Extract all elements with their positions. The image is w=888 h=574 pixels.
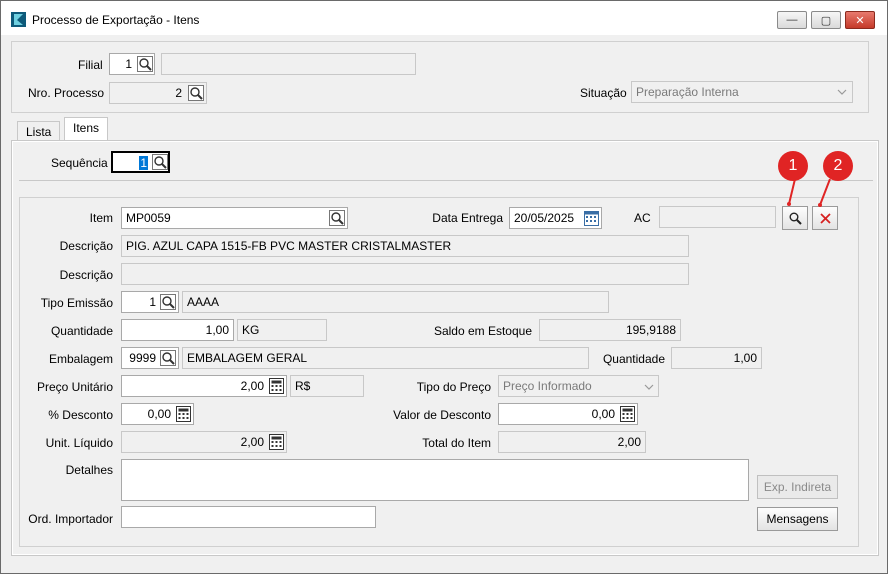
item-label: Item xyxy=(89,211,113,225)
chevron-down-icon xyxy=(644,384,654,390)
quantidade-field[interactable]: 1,00 xyxy=(121,319,234,341)
sequencia-label: Sequência xyxy=(51,156,108,170)
lookup-icon[interactable] xyxy=(152,154,168,170)
close-icon: ✕ xyxy=(855,14,865,27)
annotation-pointer-2 xyxy=(818,179,831,207)
data-entrega-label: Data Entrega xyxy=(432,211,503,225)
saldo-field: 195,9188 xyxy=(539,319,681,341)
desconto-pct-label: % Desconto xyxy=(48,408,113,422)
minimize-icon: — xyxy=(786,14,798,26)
nro-processo-label: Nro. Processo xyxy=(28,86,105,100)
item-field[interactable]: MP0059 xyxy=(121,207,348,229)
tipo-emissao-label: Tipo Emissão xyxy=(40,296,113,310)
maximize-icon: ▢ xyxy=(820,14,832,27)
close-button[interactable]: ✕ xyxy=(845,11,875,29)
divider xyxy=(19,180,873,181)
emb-quantidade-label: Quantidade xyxy=(602,352,665,366)
maximize-button[interactable]: ▢ xyxy=(811,11,841,29)
minimize-button[interactable]: — xyxy=(777,11,807,29)
detalhes-textarea[interactable] xyxy=(121,459,749,501)
search-button[interactable] xyxy=(782,206,808,230)
preco-label: Preço Unitário xyxy=(36,380,113,394)
lookup-icon[interactable] xyxy=(160,294,176,310)
preco-field[interactable]: 2,00 xyxy=(121,375,287,397)
annotation-badge-1: 1 xyxy=(778,151,808,181)
annotation-badge-2: 2 xyxy=(823,151,853,181)
valor-desconto-label: Valor de Desconto xyxy=(393,408,491,422)
preco-currency-field: R$ xyxy=(290,375,364,397)
lookup-icon[interactable] xyxy=(188,85,204,101)
window-title: Processo de Exportação - Itens xyxy=(32,13,200,27)
unit-liquido-label: Unit. Líquido xyxy=(45,436,113,450)
calculator-icon[interactable] xyxy=(269,434,284,450)
annotation-pointer-1 xyxy=(787,179,796,206)
calendar-icon[interactable] xyxy=(584,210,599,226)
ord-importador-field[interactable] xyxy=(121,506,376,528)
unit-liquido-field: 2,00 xyxy=(121,431,287,453)
total-item-field: 2,00 xyxy=(498,431,646,453)
calculator-icon[interactable] xyxy=(620,406,635,422)
total-item-label: Total do Item xyxy=(422,436,491,450)
exp-indireta-button[interactable]: Exp. Indireta xyxy=(757,475,838,499)
tipo-emissao-name-field: AAAA xyxy=(182,291,609,313)
quantidade-label: Quantidade xyxy=(50,324,113,338)
lookup-icon[interactable] xyxy=(160,350,176,366)
situacao-label: Situação xyxy=(580,86,627,100)
ord-importador-label: Ord. Importador xyxy=(28,512,113,526)
tipo-preco-select[interactable]: Preço Informado xyxy=(498,375,659,397)
descricao2-label: Descrição xyxy=(59,268,113,282)
descricao-label: Descrição xyxy=(59,239,113,253)
valor-desconto-field[interactable]: 0,00 xyxy=(498,403,638,425)
app-logo-icon xyxy=(11,12,26,27)
main-window: Processo de Exportação - Itens — ▢ ✕ Fil… xyxy=(0,0,888,574)
tab-itens[interactable]: Itens xyxy=(64,117,109,141)
calculator-icon[interactable] xyxy=(269,378,284,394)
embalagem-label: Embalagem xyxy=(48,352,113,366)
lookup-icon[interactable] xyxy=(137,56,153,72)
lookup-icon[interactable] xyxy=(329,210,345,226)
ac-label: AC xyxy=(634,211,651,225)
mensagens-button[interactable]: Mensagens xyxy=(757,507,838,531)
tipo-preco-label: Tipo do Preço xyxy=(416,380,491,394)
descricao-field: PIG. AZUL CAPA 1515-FB PVC MASTER CRISTA… xyxy=(121,235,689,257)
descricao2-field xyxy=(121,263,689,285)
calculator-icon[interactable] xyxy=(176,406,191,422)
situacao-select[interactable]: Preparação Interna xyxy=(631,81,853,103)
saldo-label: Saldo em Estoque xyxy=(433,324,532,338)
chevron-down-icon xyxy=(837,89,847,95)
ac-field[interactable] xyxy=(659,206,776,228)
search-icon xyxy=(789,212,802,225)
filial-name-field xyxy=(161,53,416,75)
embalagem-name-field: EMBALAGEM GERAL xyxy=(182,347,589,369)
detalhes-label: Detalhes xyxy=(65,463,113,477)
emb-quantidade-field: 1,00 xyxy=(671,347,762,369)
quantidade-unit-field: KG xyxy=(237,319,327,341)
sequencia-value: 1 xyxy=(139,156,148,170)
filial-label: Filial xyxy=(78,58,103,72)
clear-button[interactable] xyxy=(812,206,838,230)
title-bar: Processo de Exportação - Itens — ▢ ✕ xyxy=(1,1,887,35)
clear-x-icon xyxy=(820,213,831,224)
